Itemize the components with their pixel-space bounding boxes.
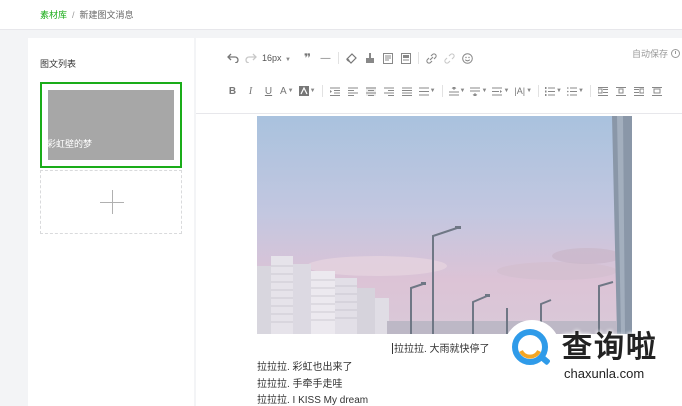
horizontal-rule-icon[interactable]: — (319, 50, 332, 66)
align-right-icon[interactable] (383, 83, 396, 99)
text-direction-icon[interactable]: |A| ▼ (514, 83, 532, 99)
unordered-list-icon[interactable]: ▼ (566, 83, 584, 99)
float-center-icon[interactable] (651, 83, 664, 99)
template-icon[interactable] (381, 50, 394, 66)
undo-icon[interactable] (226, 50, 239, 66)
editor-toolbar: 16px ▼ ❞ — 自动保存 B I U A ▼ ▼ ▼ ▼ ▼ ▼ |A| … (196, 38, 682, 114)
chevron-down-icon: ▼ (285, 57, 291, 63)
float-left-icon[interactable] (597, 83, 610, 99)
italic-icon[interactable]: I (244, 83, 257, 99)
font-color-icon[interactable]: A ▼ (280, 83, 294, 99)
content-line-4[interactable]: 拉拉拉. I KISS My dream (257, 391, 368, 406)
bold-icon[interactable]: B (226, 83, 239, 99)
align-justify-icon[interactable] (401, 83, 414, 99)
content-image[interactable] (257, 116, 632, 334)
watermark-logo (506, 322, 558, 374)
align-center-icon[interactable] (365, 83, 378, 99)
paragraph-spacing-after-icon[interactable]: ▼ (470, 83, 487, 99)
content-line-1[interactable]: 拉拉拉. 大雨就快停了 (392, 340, 490, 355)
autosave-label: 自动保存 (631, 49, 668, 59)
toolbar-row-2: B I U A ▼ ▼ ▼ ▼ ▼ ▼ |A| ▼ ▼ ▼ (226, 83, 669, 99)
font-size-select[interactable]: 16px ▼ (262, 53, 291, 63)
breadcrumb-root-link[interactable]: 素材库 (40, 8, 67, 21)
content-line-1-text: 拉拉拉. 大雨就快停了 (394, 344, 490, 355)
link-icon[interactable] (425, 50, 438, 66)
breadcrumb-current: 新建图文消息 (79, 10, 134, 20)
watermark-text: 查询啦 (562, 330, 658, 365)
indent-icon[interactable] (329, 83, 342, 99)
font-size-value: 16px (262, 53, 282, 63)
ordered-list-icon[interactable]: ▼ (545, 83, 562, 99)
underline-icon[interactable]: U (262, 83, 275, 99)
watermark: 查询啦 chaxunla.com (500, 318, 682, 406)
align-left-icon[interactable] (347, 83, 360, 99)
breadcrumb: 素材库 / 新建图文消息 (0, 0, 682, 30)
emoji-icon[interactable] (461, 50, 474, 66)
article-list-title: 图文列表 (40, 59, 77, 69)
watermark-url: chaxunla.com (564, 366, 645, 381)
text-cursor (392, 343, 393, 354)
format-brush-icon[interactable] (363, 50, 376, 66)
float-none-icon[interactable] (615, 83, 628, 99)
blockquote-icon[interactable]: ❞ (301, 50, 314, 66)
article-card-selected[interactable]: 彩虹壁的梦 (40, 82, 182, 168)
letter-spacing-icon[interactable]: ▼ (492, 83, 509, 99)
line-height-icon[interactable]: ▼ (418, 83, 436, 99)
article-list-panel: 图文列表 彩虹壁的梦 (28, 38, 194, 406)
unlink-icon[interactable] (443, 50, 456, 66)
content-line-2[interactable]: 拉拉拉. 彩虹也出来了 (257, 358, 353, 373)
autosave-indicator: 自动保存 (632, 47, 680, 60)
clock-icon (671, 49, 680, 58)
content-line-3[interactable]: 拉拉拉. 手牵手走哇 (257, 375, 343, 390)
redo-icon[interactable] (244, 50, 257, 66)
breadcrumb-separator: / (72, 9, 75, 20)
background-color-icon[interactable]: ▼ (298, 83, 316, 99)
float-right-icon[interactable] (633, 83, 646, 99)
eraser-icon[interactable] (345, 50, 358, 66)
toolbar-row-1: 16px ▼ ❞ — (226, 50, 479, 66)
card-icon[interactable] (399, 50, 412, 66)
article-card-caption: 彩虹壁的梦 (47, 139, 93, 149)
paragraph-spacing-before-icon[interactable]: ▼ (448, 83, 465, 99)
add-article-button[interactable] (40, 170, 182, 234)
